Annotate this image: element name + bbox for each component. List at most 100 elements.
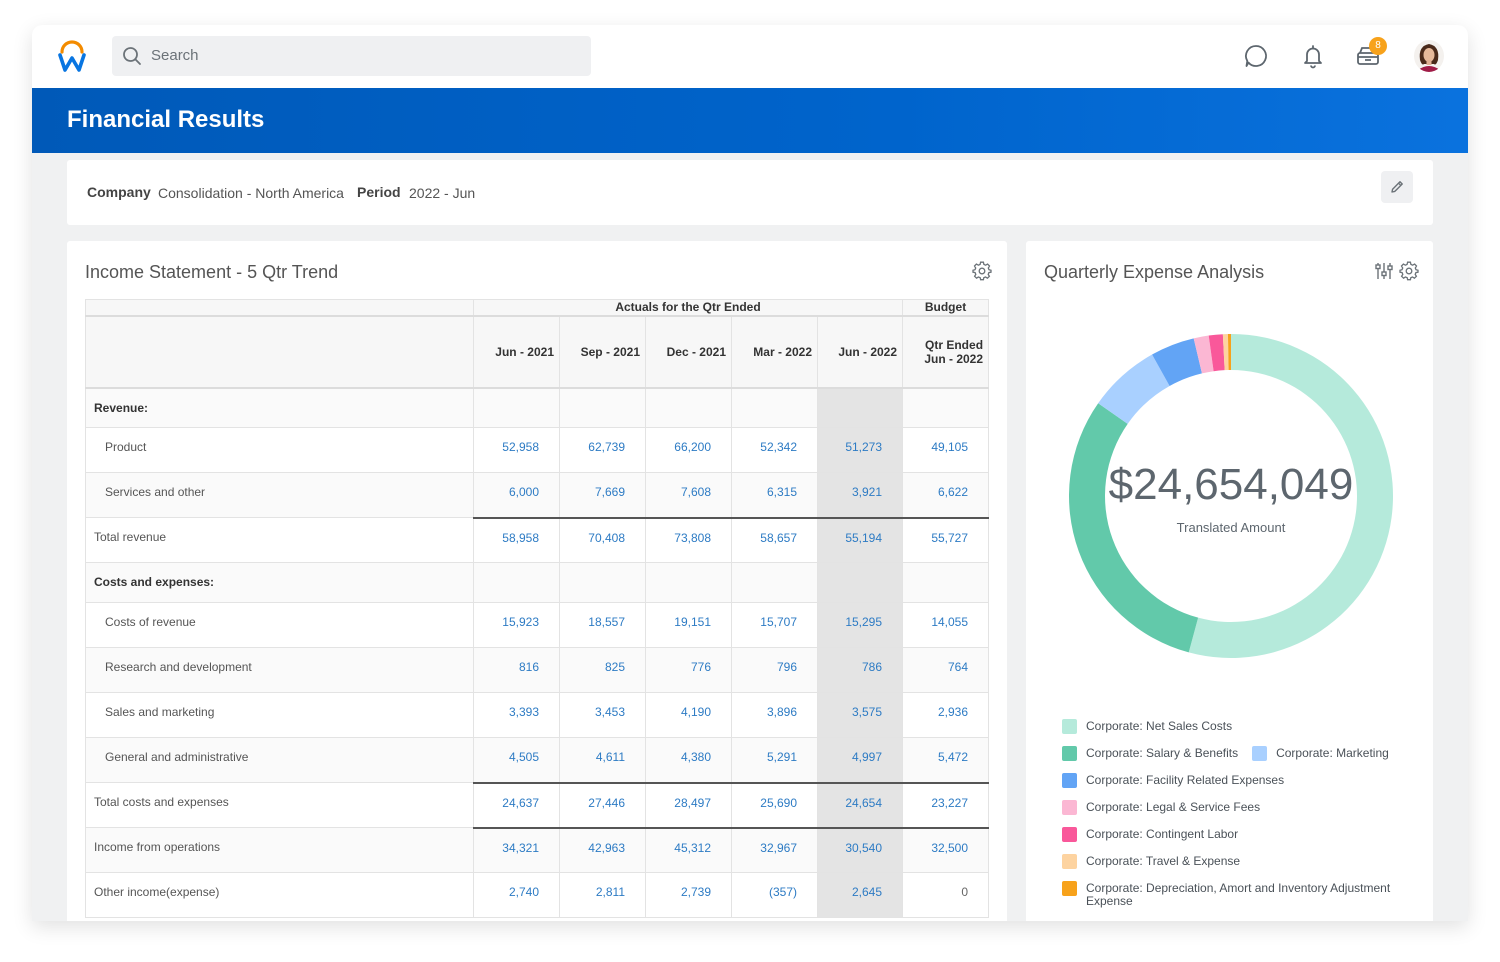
column-header[interactable]: Qtr Ended Jun - 2022 (902, 314, 990, 389)
cell-value[interactable]: 58,958 (473, 516, 560, 563)
workday-logo[interactable] (58, 39, 86, 73)
cell-value[interactable]: 2,811 (559, 872, 646, 918)
notifications-bell-icon[interactable] (1300, 43, 1326, 69)
cell-value[interactable]: 6,315 (731, 472, 818, 518)
cell-value[interactable]: 2,645 (816, 872, 904, 918)
legend-row: Corporate: Legal & Service Fees (1062, 800, 1422, 815)
cell-value[interactable]: 52,958 (473, 427, 560, 473)
cell-value[interactable]: 2,739 (645, 872, 732, 918)
cell-value[interactable]: 23,227 (902, 781, 990, 828)
legend-label: Corporate: Travel & Expense (1086, 854, 1241, 868)
cell-value[interactable]: 24,637 (473, 781, 560, 828)
column-header[interactable]: Jun - 2021 (473, 314, 560, 389)
company-label: Company (87, 184, 151, 200)
user-avatar[interactable] (1414, 40, 1444, 72)
cell-value[interactable]: 5,291 (731, 737, 818, 783)
chat-icon[interactable] (1243, 43, 1269, 69)
cell-value[interactable]: 70,408 (559, 516, 646, 563)
cell-value[interactable]: 49,105 (902, 427, 990, 473)
legend-label: Corporate: Depreciation, Amort and Inven… (1086, 881, 1391, 908)
cell-value[interactable]: 776 (645, 647, 732, 693)
cell-value[interactable]: 4,611 (559, 737, 646, 783)
legend-item[interactable]: Corporate: Travel & Expense (1062, 854, 1240, 869)
cell-value[interactable]: 3,921 (816, 472, 904, 518)
cell-value[interactable]: 6,000 (473, 472, 560, 518)
cell-value[interactable]: 796 (731, 647, 818, 693)
edit-filters-button[interactable] (1381, 171, 1413, 203)
legend-swatch (1062, 854, 1077, 869)
cell-value[interactable]: 15,707 (731, 602, 818, 648)
cell-value[interactable]: 27,446 (559, 781, 646, 828)
chart-legend: Corporate: Net Sales Costs Corporate: Sal… (1062, 719, 1422, 920)
filter-sliders-icon[interactable] (1374, 261, 1394, 281)
donut-total-label: Translated Amount (1176, 520, 1286, 535)
header-group-budget: Budget (902, 299, 990, 316)
table-row: General and administrative 4,505 4,611 4,38… (85, 737, 990, 783)
search-input[interactable]: Search (112, 36, 591, 76)
cell-value[interactable]: 19,151 (645, 602, 732, 648)
cell-value[interactable]: 14,055 (902, 602, 990, 648)
cell-value[interactable]: 3,393 (473, 692, 560, 738)
cell-value[interactable]: (357) (731, 872, 818, 918)
cell-value[interactable]: 55,194 (816, 516, 904, 563)
cell-value[interactable]: 2,740 (473, 872, 560, 918)
cell-value[interactable]: 825 (559, 647, 646, 693)
cell-value[interactable]: 24,654 (816, 781, 904, 828)
cell-value[interactable]: 4,190 (645, 692, 732, 738)
legend-item[interactable]: Corporate: Facility Related Expenses (1062, 773, 1284, 788)
cell-value[interactable]: 6,622 (902, 472, 990, 518)
cell-value[interactable]: 30,540 (816, 826, 904, 873)
cell-value[interactable]: 55,727 (902, 516, 990, 563)
cell-value[interactable]: 7,669 (559, 472, 646, 518)
cell-value[interactable]: 786 (816, 647, 904, 693)
legend-item[interactable]: Corporate: Salary & Benefits (1062, 746, 1238, 761)
cell-value[interactable]: 764 (902, 647, 990, 693)
settings-gear-icon[interactable] (1399, 261, 1419, 281)
cell-value[interactable]: 34,321 (473, 826, 560, 873)
income-statement-title: Income Statement - 5 Qtr Trend (85, 262, 339, 282)
legend-item[interactable]: Corporate: Legal & Service Fees (1062, 800, 1260, 815)
cell-value[interactable]: 51,273 (816, 427, 904, 473)
legend-item[interactable]: Corporate: Contingent Labor (1062, 827, 1238, 842)
cell-value[interactable]: 73,808 (645, 516, 732, 563)
legend-item[interactable]: Corporate: Net Sales Costs (1062, 719, 1232, 734)
cell-value[interactable]: 58,657 (731, 516, 818, 563)
cell-value[interactable]: 52,342 (731, 427, 818, 473)
cell-value[interactable]: 4,505 (473, 737, 560, 783)
cell-value[interactable]: 32,500 (902, 826, 990, 873)
table-row: Sales and marketing 3,393 3,453 4,190 3,896 3… (85, 692, 990, 738)
cell-value[interactable]: 62,739 (559, 427, 646, 473)
cell-value[interactable]: 816 (473, 647, 560, 693)
cell-value[interactable]: 42,963 (559, 826, 646, 873)
cell-value[interactable]: 15,295 (816, 602, 904, 648)
cell-value: 0 (902, 872, 990, 918)
column-header[interactable]: Mar - 2022 (731, 314, 818, 389)
cell-value[interactable]: 15,923 (473, 602, 560, 648)
legend-item[interactable]: Corporate: Depreciation, Amort and Inven… (1062, 881, 1408, 908)
cell-value[interactable]: 7,608 (645, 472, 732, 518)
cell-value[interactable]: 5,472 (902, 737, 990, 783)
header-blank (85, 299, 474, 316)
column-header[interactable]: Sep - 2021 (559, 314, 646, 389)
cell-value[interactable]: 45,312 (645, 826, 732, 873)
legend-item[interactable]: Corporate: Marketing (1252, 746, 1389, 761)
legend-swatch (1062, 800, 1077, 815)
cell-value[interactable]: 2,936 (902, 692, 990, 738)
cell-value[interactable]: 32,967 (731, 826, 818, 873)
pencil-icon (1391, 181, 1403, 193)
cell-value[interactable]: 18,557 (559, 602, 646, 648)
column-header[interactable]: Jun - 2022 (816, 314, 904, 389)
cell-value[interactable]: 4,997 (816, 737, 904, 783)
row-label: Other income(expense) (85, 872, 474, 918)
cell-value[interactable]: 3,896 (731, 692, 818, 738)
cell-value[interactable]: 28,497 (645, 781, 732, 828)
column-header[interactable]: Dec - 2021 (645, 314, 732, 389)
donut-total-amount: $24,654,049 (1108, 460, 1354, 509)
cell-value[interactable]: 3,453 (559, 692, 646, 738)
cell-value[interactable]: 3,575 (816, 692, 904, 738)
cell-value[interactable]: 25,690 (731, 781, 818, 828)
cell-value[interactable]: 66,200 (645, 427, 732, 473)
legend-row: Corporate: Contingent Labor (1062, 827, 1422, 842)
cell-value[interactable]: 4,380 (645, 737, 732, 783)
settings-gear-icon[interactable] (972, 261, 992, 281)
